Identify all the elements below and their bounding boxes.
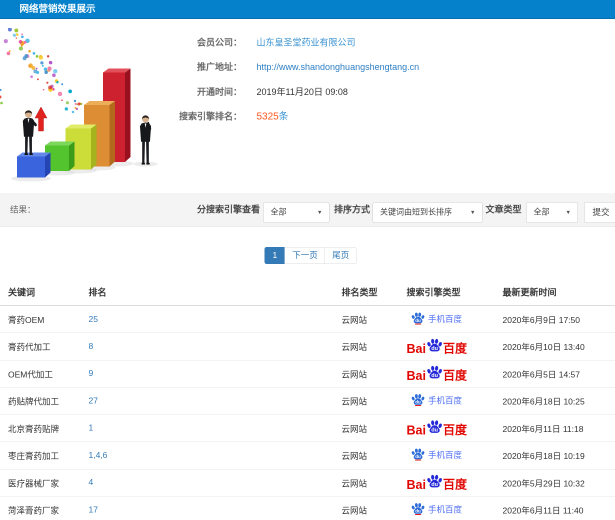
svg-text:du: du [431,346,438,352]
svg-text:du: du [431,482,438,488]
svg-text:du: du [415,509,421,514]
svg-text:du: du [415,400,421,405]
svg-text:du: du [431,428,438,434]
svg-text:du: du [415,318,421,323]
svg-text:du: du [415,454,421,459]
svg-text:du: du [431,373,438,379]
